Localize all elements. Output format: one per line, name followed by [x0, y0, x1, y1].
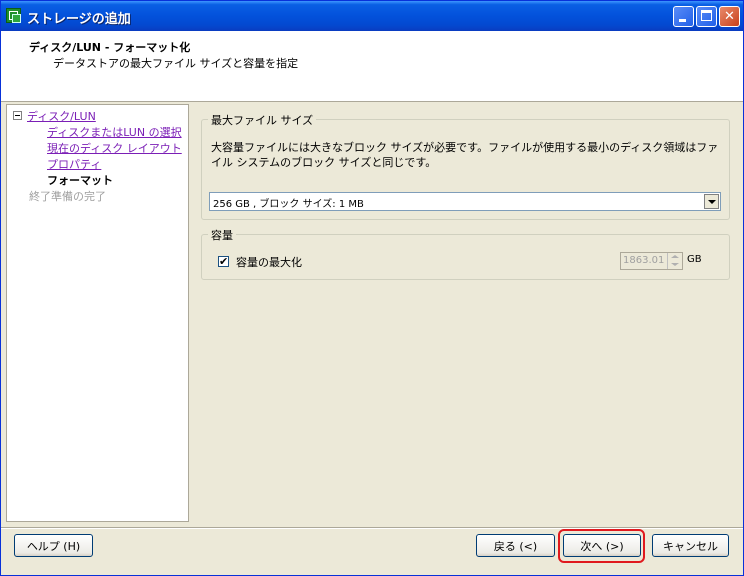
capacity-legend: 容量	[208, 227, 236, 243]
maximize-icon	[701, 10, 712, 21]
vsphere-app-icon	[6, 8, 21, 23]
spin-up-icon	[671, 255, 679, 258]
max-file-size-legend: 最大ファイル サイズ	[208, 112, 317, 128]
minimize-button[interactable]	[673, 6, 694, 27]
maximize-capacity-checkbox[interactable]: ✔	[218, 256, 229, 267]
step-format: フォーマット	[47, 174, 113, 187]
wizard-steps-panel: ディスク/LUN ディスクまたはLUN の選択 現在のディスク レイアウト プロ…	[6, 104, 189, 522]
next-button-highlight	[558, 529, 645, 563]
dropdown-arrow-icon[interactable]	[704, 194, 719, 209]
step-disk-lun[interactable]: ディスク/LUN	[27, 108, 96, 124]
spinner-buttons	[667, 253, 682, 269]
close-icon: ✕	[724, 9, 735, 24]
step-current-layout[interactable]: 現在のディスク レイアウト	[47, 140, 182, 156]
help-button[interactable]: ヘルプ (H)	[14, 534, 93, 557]
max-file-size-value: 256 GB , ブロック サイズ: 1 MB	[213, 199, 364, 210]
add-storage-window: ストレージの追加 ✕ ディスク/LUN - フォーマット化 データストアの最大フ…	[0, 0, 744, 576]
wizard-header: ディスク/LUN - フォーマット化 データストアの最大ファイル サイズと容量を…	[1, 31, 743, 102]
step-select-disk[interactable]: ディスクまたはLUN の選択	[47, 124, 182, 140]
capacity-group: 容量 ✔ 容量の最大化 1863.01 GB	[201, 227, 730, 280]
step-properties[interactable]: プロパティ	[47, 156, 101, 172]
spin-down-icon	[671, 263, 679, 266]
capacity-unit: GB	[687, 254, 702, 265]
page-title: ディスク/LUN - フォーマット化	[29, 41, 191, 54]
step-ready-to-complete: 終了準備の完了	[29, 190, 106, 203]
block-size-description: 大容量ファイルには大きなブロック サイズが必要です。ファイルが使用する最小のディ…	[211, 141, 719, 169]
window-title: ストレージの追加	[27, 12, 131, 27]
capacity-value: 1863.01	[623, 255, 665, 266]
cancel-button[interactable]: キャンセル	[652, 534, 729, 557]
close-button[interactable]: ✕	[719, 6, 740, 27]
page-subtitle: データストアの最大ファイル サイズと容量を指定	[53, 57, 299, 70]
maximize-button[interactable]	[696, 6, 717, 27]
back-button[interactable]: 戻る (<)	[476, 534, 555, 557]
title-bar[interactable]: ストレージの追加 ✕	[1, 1, 743, 31]
maximize-capacity-label[interactable]: 容量の最大化	[236, 254, 302, 270]
capacity-spinner: 1863.01	[620, 252, 683, 270]
tree-collapse-icon[interactable]	[13, 111, 22, 120]
minimize-icon	[679, 19, 686, 22]
max-file-size-select[interactable]: 256 GB , ブロック サイズ: 1 MB	[209, 192, 721, 211]
max-file-size-group: 最大ファイル サイズ 大容量ファイルには大きなブロック サイズが必要です。ファイ…	[201, 112, 730, 220]
